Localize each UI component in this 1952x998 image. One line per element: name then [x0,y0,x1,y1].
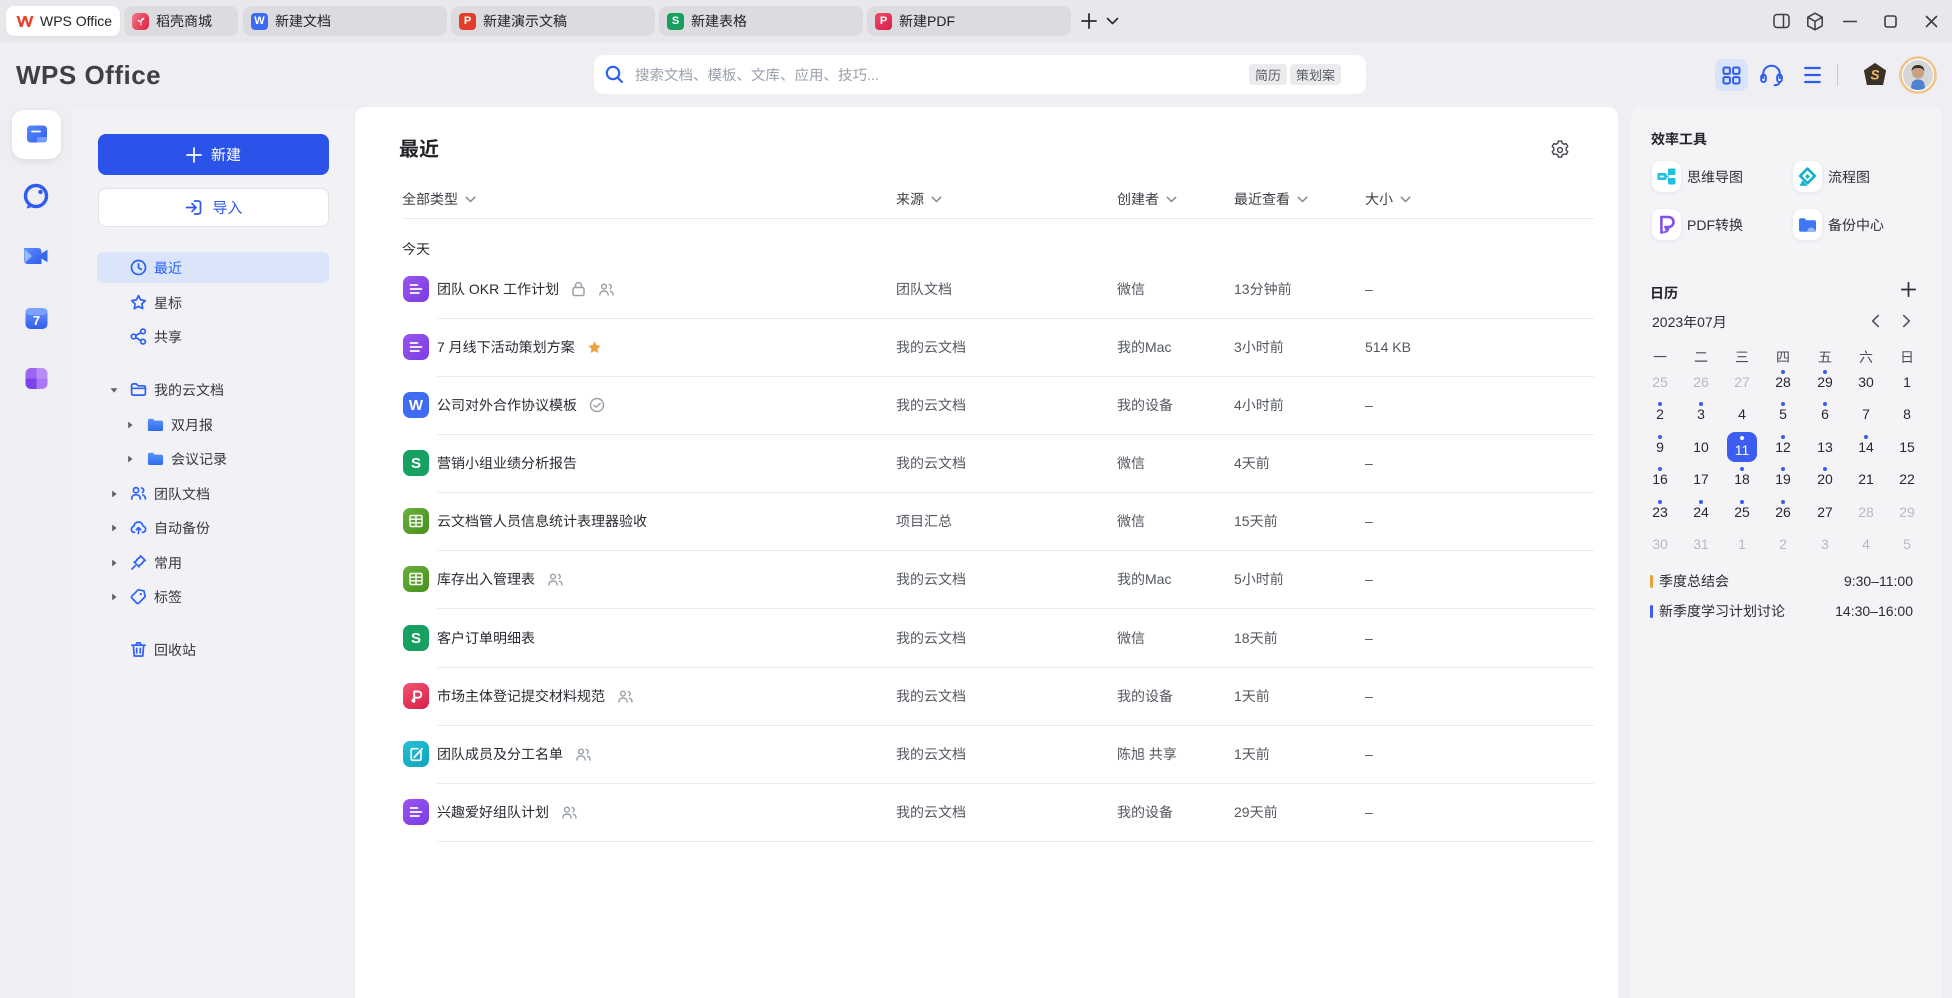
svg-text:7: 7 [32,313,39,328]
svg-text:S: S [1870,68,1879,83]
